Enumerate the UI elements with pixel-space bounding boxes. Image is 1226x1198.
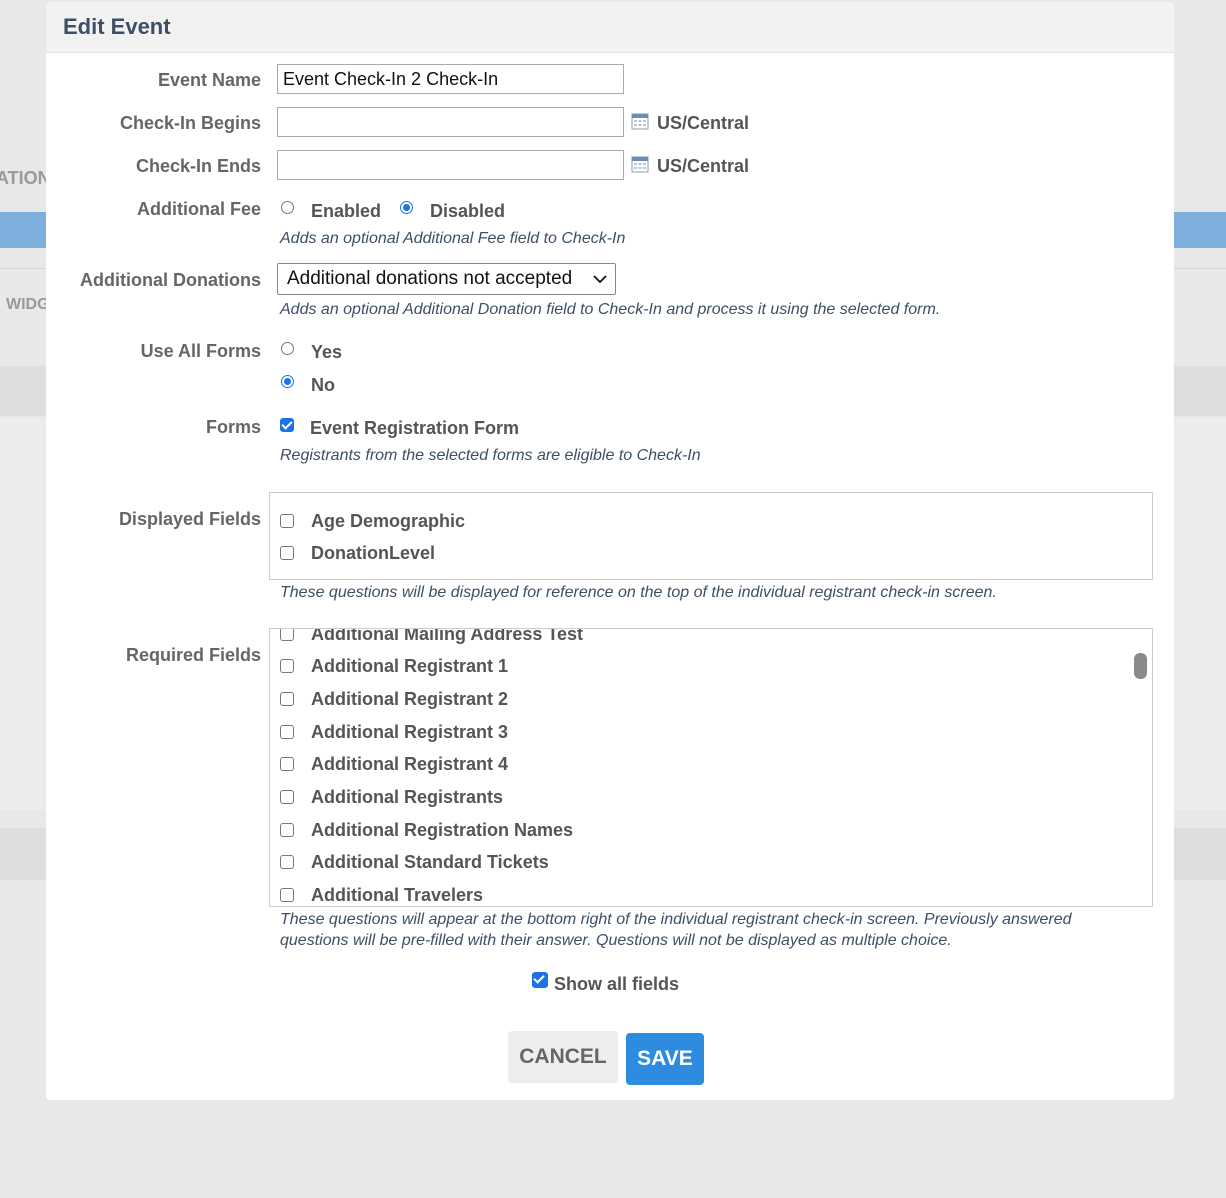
calendar-icon[interactable] <box>631 155 649 173</box>
field-label[interactable]: DonationLevel <box>311 543 435 564</box>
checkin-ends-label: Check-In Ends <box>135 156 261 176</box>
background-fragment: ATION <box>0 168 51 188</box>
scrollbar-thumb[interactable] <box>1134 653 1147 679</box>
show-all-fields-checkbox[interactable] <box>532 972 548 988</box>
select-value: Additional donations not accepted <box>287 268 573 289</box>
field-checkbox[interactable] <box>280 546 294 560</box>
fee-enabled-radio[interactable] <box>281 201 294 214</box>
field-checkbox[interactable] <box>280 823 294 837</box>
fee-disabled-label[interactable]: Disabled <box>430 201 505 222</box>
form-checkbox[interactable] <box>280 418 294 432</box>
calendar-icon[interactable] <box>631 112 649 130</box>
required-fields-help: questions will be pre-filled with their … <box>280 932 952 949</box>
displayed-fields-label: Displayed Fields <box>118 509 261 529</box>
field-label[interactable]: Additional Registrant 2 <box>311 689 508 710</box>
fee-enabled-label[interactable]: Enabled <box>311 201 381 222</box>
additional-donations-help: Adds an optional Additional Donation fie… <box>280 301 941 318</box>
checkin-begins-label: Check-In Begins <box>119 113 261 133</box>
additional-donations-select[interactable]: Additional donations not accepted <box>277 263 616 295</box>
checkin-ends-input[interactable] <box>277 150 624 180</box>
field-label[interactable]: Additional Registrant 4 <box>311 754 508 775</box>
use-all-forms-yes-radio[interactable] <box>281 342 294 355</box>
field-label[interactable]: Additional Registrant 1 <box>311 656 508 677</box>
use-all-forms-no-radio[interactable] <box>281 375 294 388</box>
use-all-forms-no-label[interactable]: No <box>311 375 335 396</box>
field-checkbox[interactable] <box>280 790 294 804</box>
field-checkbox[interactable] <box>280 855 294 869</box>
fee-disabled-radio[interactable] <box>400 201 413 214</box>
show-all-fields-label[interactable]: Show all fields <box>554 974 679 995</box>
field-checkbox[interactable] <box>280 725 294 739</box>
field-checkbox[interactable] <box>280 888 294 902</box>
chevron-down-icon <box>593 275 607 284</box>
checkin-begins-input[interactable] <box>277 107 624 137</box>
modal-title: Edit Event <box>63 14 171 39</box>
forms-help: Registrants from the selected forms are … <box>280 447 701 464</box>
use-all-forms-yes-label[interactable]: Yes <box>311 342 342 363</box>
field-checkbox[interactable] <box>280 629 294 641</box>
timezone-label: US/Central <box>657 156 750 176</box>
forms-label: Forms <box>205 417 261 437</box>
modal-header: Edit Event <box>46 2 1174 53</box>
field-checkbox[interactable] <box>280 659 294 673</box>
use-all-forms-label: Use All Forms <box>140 341 261 361</box>
timezone-label: US/Central <box>657 113 750 133</box>
event-name-input[interactable] <box>277 64 624 94</box>
save-button[interactable]: SAVE <box>626 1033 704 1085</box>
form-item-label[interactable]: Event Registration Form <box>310 418 519 439</box>
cancel-button[interactable]: CANCEL <box>508 1031 618 1083</box>
event-name-label: Event Name <box>157 70 261 90</box>
field-label[interactable]: Age Demographic <box>311 511 465 532</box>
required-fields-label: Required Fields <box>125 645 261 665</box>
field-checkbox[interactable] <box>280 514 294 528</box>
field-checkbox[interactable] <box>280 692 294 706</box>
field-label[interactable]: Additional Standard Tickets <box>311 852 549 873</box>
required-fields-list[interactable]: Additional Mailing Address Test Addition… <box>269 628 1153 907</box>
additional-fee-label: Additional Fee <box>136 199 261 219</box>
required-fields-help: These questions will appear at the botto… <box>280 911 1072 928</box>
field-label[interactable]: Additional Mailing Address Test <box>311 629 583 645</box>
field-label[interactable]: Additional Registrant 3 <box>311 722 508 743</box>
field-label[interactable]: Additional Registration Names <box>311 820 573 841</box>
field-label[interactable]: Additional Travelers <box>311 885 483 906</box>
displayed-fields-list: Age Demographic DonationLevel <box>269 492 1153 580</box>
displayed-fields-help: These questions will be displayed for re… <box>280 584 997 601</box>
additional-donations-label: Additional Donations <box>80 270 261 290</box>
field-label[interactable]: Additional Registrants <box>311 787 503 808</box>
background-fragment: WIDG <box>6 296 50 313</box>
edit-event-modal: Edit Event Event Name Check-In Begins US… <box>46 2 1174 1100</box>
field-checkbox[interactable] <box>280 757 294 771</box>
additional-fee-help: Adds an optional Additional Fee field to… <box>280 230 626 247</box>
